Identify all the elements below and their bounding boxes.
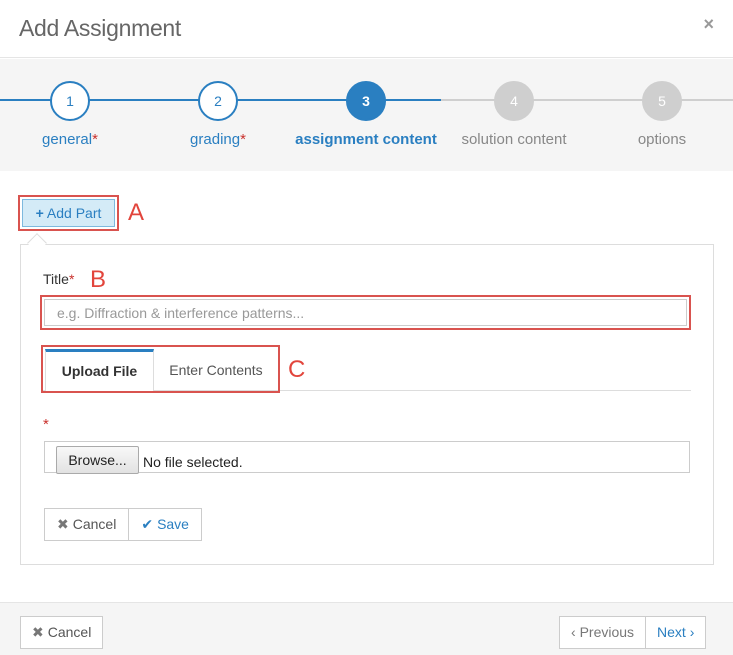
step-label-text: general bbox=[42, 131, 93, 148]
title-label: Title* bbox=[43, 271, 74, 287]
file-status: No file selected. bbox=[143, 454, 243, 470]
chevron-right-icon: › bbox=[689, 624, 695, 640]
browse-button[interactable]: Browse... bbox=[56, 446, 139, 474]
wizard-step-label-grading[interactable]: grading* bbox=[138, 131, 298, 148]
close-icon[interactable]: × bbox=[703, 14, 714, 35]
file-input[interactable]: Browse... No file selected. bbox=[44, 441, 690, 474]
wizard-step-label-solution-content[interactable]: solution content bbox=[434, 131, 594, 148]
required-marker: * bbox=[240, 131, 246, 148]
annotation-label-b: B bbox=[90, 266, 107, 293]
modal-title: Add Assignment bbox=[19, 15, 182, 41]
part-actions: ✖ Cancel ✔ Save bbox=[44, 508, 202, 541]
close-icon: ✖ bbox=[57, 516, 69, 532]
save-part-button[interactable]: ✔ Save bbox=[129, 508, 202, 541]
previous-label: Previous bbox=[579, 624, 635, 640]
cancel-label: Cancel bbox=[72, 516, 117, 532]
step-label-text: solution content bbox=[461, 131, 567, 148]
check-icon: ✔ bbox=[141, 516, 154, 532]
annotation-box-b bbox=[40, 295, 691, 330]
file-required-marker: * bbox=[43, 416, 49, 433]
wizard-step-1[interactable]: 1 bbox=[50, 81, 90, 121]
save-label: Save bbox=[157, 516, 189, 532]
plus-icon: + bbox=[35, 205, 44, 221]
next-label: Next bbox=[657, 624, 686, 640]
cancel-label: Cancel bbox=[47, 624, 92, 640]
tab-enter-contents[interactable]: Enter Contents bbox=[154, 349, 278, 391]
title-input[interactable] bbox=[44, 299, 687, 326]
modal-header: Add Assignment × bbox=[0, 0, 733, 58]
cancel-part-button[interactable]: ✖ Cancel bbox=[44, 508, 130, 541]
wizard-step-3[interactable]: 3 bbox=[346, 81, 386, 121]
wizard-step-label-general[interactable]: general* bbox=[0, 131, 150, 148]
wizard-step-label-assignment-content[interactable]: assignment content bbox=[286, 131, 446, 148]
previous-button[interactable]: ‹ Previous bbox=[559, 616, 647, 649]
tab-upload-file[interactable]: Upload File bbox=[45, 349, 154, 391]
annotation-box-a: + Add Part bbox=[18, 195, 119, 231]
required-marker: * bbox=[92, 131, 98, 148]
title-label-text: Title bbox=[43, 271, 69, 287]
wizard-step-2[interactable]: 2 bbox=[198, 81, 238, 121]
wizard-step-5[interactable]: 5 bbox=[642, 81, 682, 121]
next-button[interactable]: Next › bbox=[646, 616, 707, 649]
wizard-navigation: ‹ Previous Next › bbox=[559, 616, 707, 649]
wizard-step-label-options[interactable]: options bbox=[582, 131, 733, 148]
modal-footer: ✖ Cancel ‹ Previous Next › bbox=[0, 602, 733, 655]
close-icon: ✖ bbox=[32, 624, 44, 640]
add-part-label: Add Part bbox=[46, 205, 102, 221]
wizard-line-incomplete bbox=[441, 99, 733, 101]
cancel-button[interactable]: ✖ Cancel bbox=[20, 616, 104, 649]
step-label-text: grading bbox=[190, 131, 241, 148]
wizard-steps: 1 2 3 4 5 general* grading* assignment c… bbox=[0, 59, 733, 171]
annotation-label-c: C bbox=[288, 356, 306, 383]
chevron-left-icon: ‹ bbox=[571, 624, 576, 640]
wizard-step-4[interactable]: 4 bbox=[494, 81, 534, 121]
step-label-text: options bbox=[637, 131, 687, 148]
add-part-button[interactable]: + Add Part bbox=[22, 199, 115, 227]
step-label-text: assignment content bbox=[295, 131, 437, 148]
annotation-label-a: A bbox=[128, 199, 145, 226]
required-marker: * bbox=[68, 271, 75, 287]
annotation-box-c: Upload File Enter Contents bbox=[41, 345, 280, 393]
